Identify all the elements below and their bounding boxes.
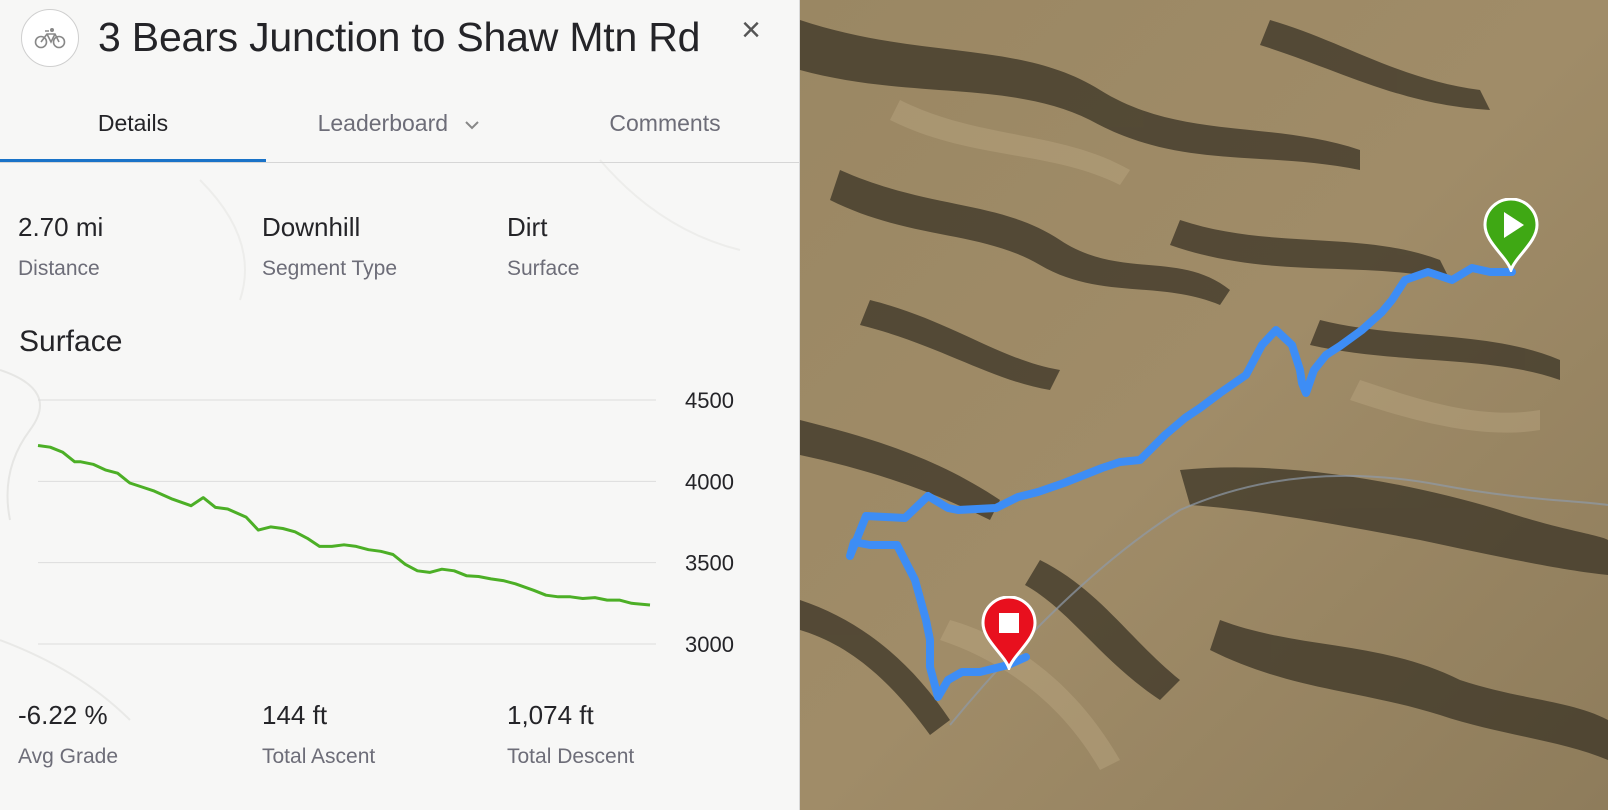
tab-label: Leaderboard [317, 110, 449, 136]
elevation-chart: 4500 4000 3500 3000 [37, 388, 734, 657]
y-tick-label: 3000 [685, 632, 734, 657]
satellite-map[interactable] [800, 0, 1608, 810]
stat-label: Total Descent [507, 745, 635, 768]
stat-label: Segment Type [262, 257, 398, 280]
stat-value: -6.22 % [18, 700, 108, 730]
stat-label: Avg Grade [18, 745, 119, 768]
bike-icon [21, 9, 79, 67]
stat-value: Downhill [262, 212, 361, 242]
end-marker[interactable] [980, 595, 1038, 673]
tab-bar: Details Leaderboard Comments [0, 94, 799, 163]
chevron-down-icon [465, 121, 480, 130]
route-line[interactable] [846, 264, 1516, 701]
start-marker[interactable] [1482, 197, 1540, 275]
stat-total-descent: 1,074 ft Total Descent [507, 700, 634, 769]
stop-icon [999, 613, 1019, 633]
stat-value: 144 ft [262, 700, 328, 730]
stat-surface: Dirt Surface [507, 212, 579, 281]
stat-distance: 2.70 mi Distance [18, 212, 103, 281]
stat-value: Dirt [507, 212, 548, 242]
section-title: Surface [19, 325, 123, 358]
panel-header: 3 Bears Junction to Shaw Mtn Rd × [0, 0, 799, 80]
tab-comments[interactable]: Comments [532, 94, 798, 162]
tab-label: Comments [609, 110, 721, 136]
elevation-series-line[interactable] [37, 444, 651, 607]
segment-title: 3 Bears Junction to Shaw Mtn Rd [98, 14, 701, 60]
y-tick-label: 4000 [685, 469, 734, 494]
stat-label: Distance [18, 257, 100, 280]
stat-label: Surface [507, 257, 580, 280]
close-icon: × [741, 11, 761, 49]
tab-details[interactable]: Details [0, 94, 266, 162]
segment-details-panel: 3 Bears Junction to Shaw Mtn Rd × Detail… [0, 0, 800, 810]
stat-value: 1,074 ft [507, 700, 594, 730]
stat-avg-grade: -6.22 % Avg Grade [18, 700, 118, 769]
close-button[interactable]: × [735, 11, 767, 49]
tab-label: Details [97, 110, 169, 136]
tab-leaderboard[interactable]: Leaderboard [266, 94, 532, 162]
y-tick-label: 4500 [685, 388, 734, 413]
stat-label: Total Ascent [262, 745, 376, 768]
route-layer [846, 264, 1516, 701]
y-tick-label: 3500 [685, 551, 734, 576]
stat-value: 2.70 mi [18, 212, 104, 242]
stat-segment-type: Downhill Segment Type [262, 212, 397, 281]
stat-total-ascent: 144 ft Total Ascent [262, 700, 375, 769]
